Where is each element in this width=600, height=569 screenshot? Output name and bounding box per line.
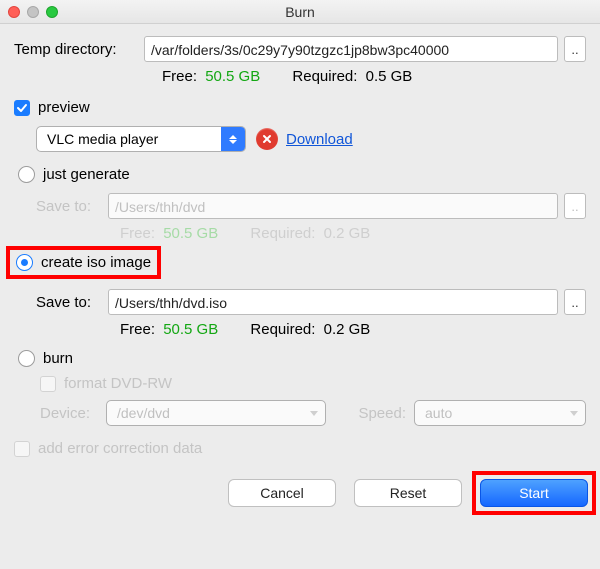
temp-directory-label: Temp directory: [14,41,144,58]
create-iso-label: create iso image [41,254,151,271]
titlebar: Burn [0,0,600,24]
just-generate-label: just generate [43,166,130,183]
burn-speed-label: Speed: [336,405,406,422]
preview-player-value: VLC media player [37,131,221,147]
updown-arrows-icon [221,127,245,151]
start-button[interactable]: Start [480,479,588,507]
stop-download-icon[interactable] [256,128,278,150]
create-iso-required-value: 0.2 GB [324,321,371,338]
just-generate-free-value: 50.5 GB [163,225,218,242]
just-generate-save-label: Save to: [36,198,108,215]
create-iso-required-label: Required: [250,321,315,338]
temp-directory-field[interactable]: /var/folders/3s/0c29y7y90tzgzc1jp8bw3pc4… [144,36,558,62]
temp-directory-browse-button[interactable]: .. [564,36,586,62]
error-correction-label: add error correction data [38,440,202,457]
reset-button[interactable]: Reset [354,479,462,507]
burn-radio[interactable] [18,350,35,367]
create-iso-radio[interactable] [16,254,33,271]
preview-label: preview [38,99,90,116]
just-generate-required-label: Required: [250,225,315,242]
temp-required-label: Required: [292,68,357,85]
temp-free-value: 50.5 GB [205,68,260,85]
burn-device-label: Device: [40,405,106,422]
error-correction-checkbox [14,441,30,457]
preview-player-select[interactable]: VLC media player [36,126,246,152]
just-generate-save-field: /Users/thh/dvd [108,193,558,219]
format-dvdrw-checkbox [40,376,56,392]
download-link[interactable]: Download [286,131,353,148]
window-title: Burn [0,4,600,20]
burn-device-select: /dev/dvd [106,400,326,426]
create-iso-free-value: 50.5 GB [163,321,218,338]
just-generate-free-label: Free: [120,225,155,242]
burn-device-value: /dev/dvd [107,405,303,421]
chevron-down-icon [303,401,325,425]
burn-speed-select: auto [414,400,586,426]
temp-free-label: Free: [162,68,197,85]
chevron-down-icon [563,401,585,425]
create-iso-save-label: Save to: [36,294,108,311]
create-iso-highlight: create iso image [6,246,161,279]
burn-speed-value: auto [415,405,563,421]
format-dvdrw-label: format DVD-RW [64,375,172,392]
cancel-button[interactable]: Cancel [228,479,336,507]
create-iso-save-field[interactable]: /Users/thh/dvd.iso [108,289,558,315]
preview-checkbox[interactable] [14,100,30,116]
just-generate-browse-button: .. [564,193,586,219]
burn-label: burn [43,350,73,367]
just-generate-radio[interactable] [18,166,35,183]
create-iso-free-label: Free: [120,321,155,338]
create-iso-browse-button[interactable]: .. [564,289,586,315]
just-generate-required-value: 0.2 GB [324,225,371,242]
temp-required-value: 0.5 GB [366,68,413,85]
